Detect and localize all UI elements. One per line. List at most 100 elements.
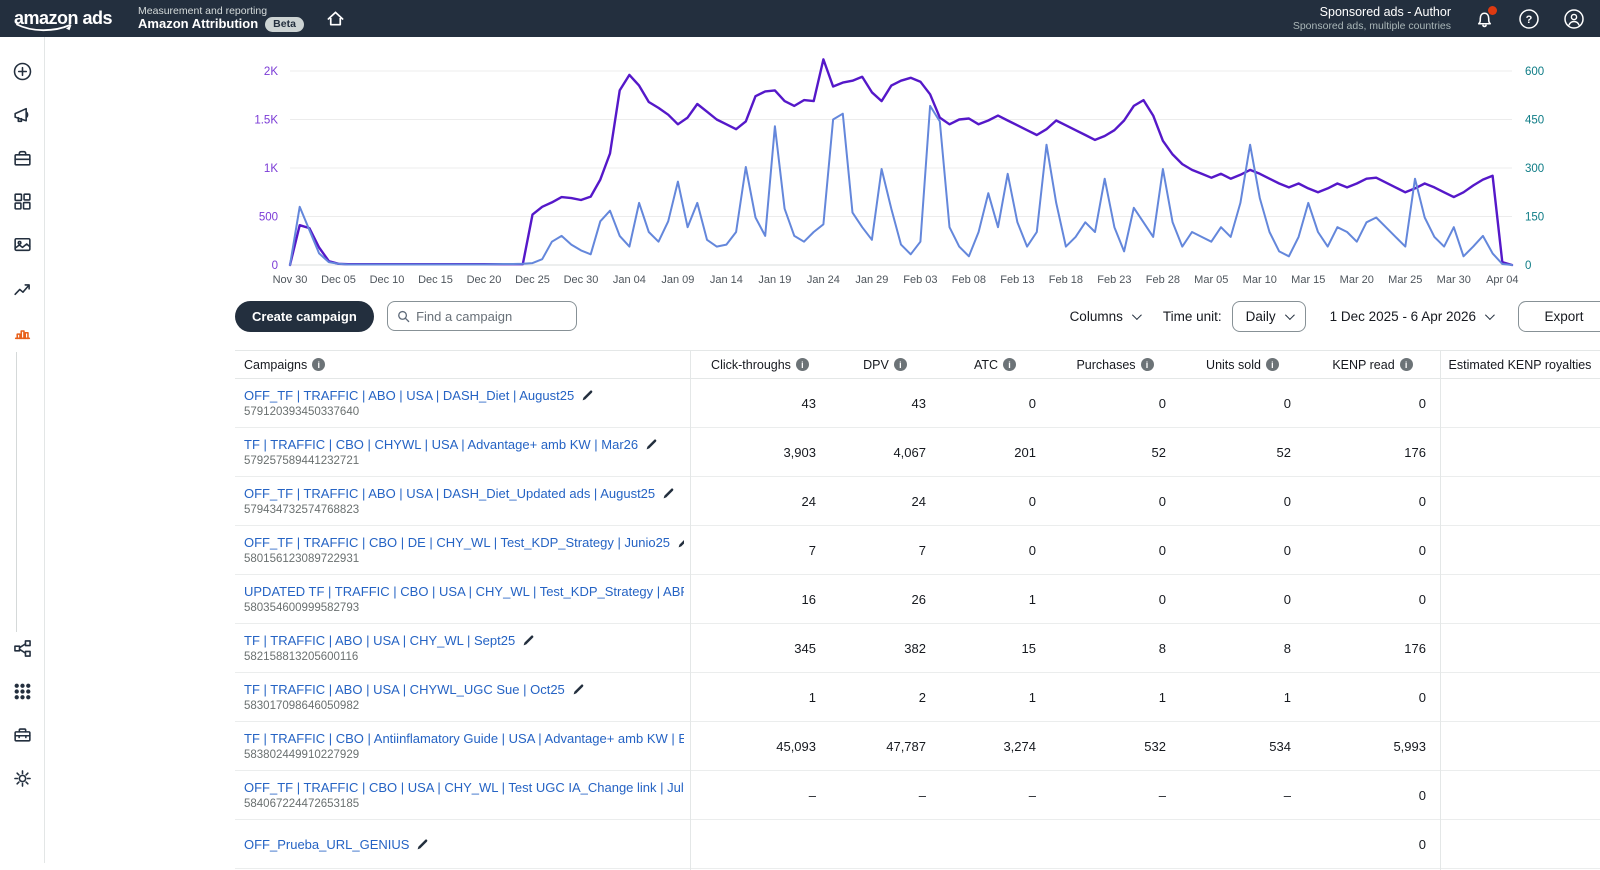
table-row: OFF_TF | TRAFFIC | ABO | USA | DASH_Diet… (235, 379, 1600, 428)
sidebar-item-create[interactable] (12, 61, 33, 82)
info-icon[interactable]: i (1140, 358, 1154, 371)
x-axis-tick: Jan 19 (758, 274, 791, 286)
edit-campaign-icon[interactable] (572, 683, 585, 696)
sidebar (0, 37, 45, 863)
campaign-link[interactable]: OFF_TF | TRAFFIC | ABO | USA | DASH_Diet… (244, 388, 574, 403)
sidebar-item-partner-network[interactable] (12, 638, 33, 659)
sidebar-item-apps[interactable] (12, 681, 33, 702)
sidebar-item-creative-assets[interactable] (12, 234, 33, 255)
x-axis-tick: Dec 05 (321, 274, 356, 286)
amazon-ads-logo[interactable]: amazon ads (14, 8, 113, 32)
metric-click-throughs: 345 (794, 640, 816, 656)
metric-dpv: 47,787 (886, 738, 926, 754)
campaign-id: 579120393450337640 (244, 406, 360, 418)
metric-atc: 0 (1028, 542, 1036, 558)
campaign-search[interactable] (386, 301, 577, 331)
sidebar-item-insights[interactable] (12, 278, 33, 299)
columns-dropdown[interactable]: Columns (1069, 308, 1142, 324)
campaign-link[interactable]: TF | TRAFFIC | ABO | USA | CHYWL_UGC Sue… (244, 682, 565, 697)
info-icon[interactable]: i (312, 358, 326, 371)
table-row: TF | TRAFFIC | ABO | USA | CHY_WL | Sept… (235, 624, 1600, 673)
edit-campaign-icon[interactable] (677, 536, 684, 549)
notifications-button[interactable] (1472, 5, 1497, 31)
left-axis-tick: 0 (272, 260, 278, 272)
columns-label: Columns (1069, 308, 1123, 324)
campaign-link[interactable]: OFF_Prueba_URL_GENIUS (244, 837, 409, 852)
left-axis-tick: 500 (259, 212, 278, 224)
x-axis-tick: Jan 24 (807, 274, 840, 286)
metric-atc: – (1028, 787, 1036, 803)
campaign-link[interactable]: OFF_TF | TRAFFIC | ABO | USA | DASH_Diet… (244, 486, 655, 501)
campaign-link[interactable]: TF | TRAFFIC | CBO | Antiinflamatory Gui… (244, 731, 684, 746)
edit-campaign-icon[interactable] (662, 487, 675, 500)
campaign-link[interactable]: TF | TRAFFIC | ABO | USA | CHY_WL | Sept… (244, 633, 515, 648)
megaphone-icon (14, 107, 29, 123)
date-range-value: 1 Dec 2025 - 6 Apr 2026 (1329, 308, 1476, 324)
create-campaign-button[interactable]: Create campaign (235, 300, 374, 332)
column-header-estimated-kenp-royalties[interactable]: Estimated KENP royalties (1440, 358, 1600, 372)
metric-kenp-read: 0 (1418, 591, 1426, 607)
series-purple (288, 58, 1514, 267)
campaign-cell: OFF_TF | TRAFFIC | ABO | USA | DASH_Diet… (235, 479, 690, 523)
info-icon[interactable]: i (893, 358, 907, 371)
chevron-down-icon (1131, 309, 1142, 320)
time-unit-value: Daily (1245, 308, 1276, 324)
table-row: UPDATED TF | TRAFFIC | CBO | USA | CHY_W… (235, 575, 1600, 624)
info-icon[interactable]: i (1265, 358, 1279, 371)
metric-dpv: 26 (911, 591, 926, 607)
pinned-column-divider (690, 351, 691, 870)
campaign-link[interactable]: OFF_TF | TRAFFIC | CBO | DE | CHY_WL | T… (244, 535, 670, 550)
profile-button[interactable] (1562, 7, 1586, 31)
sidebar-item-toolbox[interactable] (12, 724, 33, 745)
table-row: TF | TRAFFIC | CBO | Antiinflamatory Gui… (235, 722, 1600, 771)
campaign-link[interactable]: UPDATED TF | TRAFFIC | CBO | USA | CHY_W… (244, 584, 684, 599)
time-unit-dropdown[interactable]: Daily (1231, 300, 1306, 332)
image-icon (14, 237, 31, 252)
nav-titles: Measurement and reporting Amazon Attribu… (138, 5, 304, 33)
column-header-units-sold[interactable]: Units sold i (1180, 358, 1305, 372)
info-icon[interactable]: i (1003, 358, 1017, 371)
edit-campaign-icon[interactable] (581, 389, 594, 402)
campaign-id: 582158813205600116 (244, 651, 359, 663)
metric-kenp-read: 0 (1418, 542, 1426, 558)
column-header-atc[interactable]: ATC i (940, 358, 1050, 372)
date-range-dropdown[interactable]: 1 Dec 2025 - 6 Apr 2026 (1329, 308, 1495, 324)
sidebar-item-measurement[interactable] (12, 321, 33, 342)
metric-atc: 0 (1028, 493, 1036, 509)
metric-units-sold: – (1283, 787, 1291, 803)
edit-campaign-icon[interactable] (416, 838, 429, 851)
sidebar-item-campaigns[interactable] (12, 105, 33, 126)
svg-text:?: ? (1526, 14, 1533, 26)
export-button[interactable]: Export (1518, 300, 1600, 332)
campaign-link[interactable]: OFF_TF | TRAFFIC | CBO | USA | CHY_WL | … (244, 780, 684, 795)
metric-units-sold: 52 (1276, 444, 1291, 460)
help-button[interactable]: ? (1517, 7, 1541, 31)
home-button[interactable] (326, 9, 345, 28)
search-input[interactable] (416, 308, 567, 324)
sidebar-item-settings[interactable] (12, 768, 33, 789)
edit-campaign-icon[interactable] (645, 438, 658, 451)
column-header-click-throughs[interactable]: Click-throughs i (690, 358, 830, 372)
edit-campaign-icon[interactable] (522, 634, 535, 647)
column-header-kenp-read[interactable]: KENP read i (1305, 358, 1440, 372)
info-icon[interactable]: i (1399, 358, 1413, 371)
column-label: Units sold (1206, 357, 1261, 372)
column-header-purchases[interactable]: Purchases i (1050, 358, 1180, 372)
sidebar-item-drafts[interactable] (12, 148, 33, 169)
campaign-link[interactable]: TF | TRAFFIC | CBO | CHYWL | USA | Advan… (244, 437, 638, 452)
column-header-dpv[interactable]: DPV i (830, 358, 940, 372)
info-icon[interactable]: i (795, 358, 809, 371)
campaign-cell: TF | TRAFFIC | CBO | Antiinflamatory Gui… (235, 724, 690, 768)
sidebar-item-dashboard[interactable] (12, 191, 33, 212)
x-axis-tick: Jan 29 (855, 274, 888, 286)
metric-dpv: – (918, 787, 926, 803)
column-header-campaigns[interactable]: Campaigns i (235, 358, 690, 372)
metric-click-throughs: 43 (801, 395, 816, 411)
chevron-down-icon (1284, 309, 1295, 320)
x-axis-tick: Feb 03 (903, 274, 937, 286)
campaign-id: 580354600999582793 (244, 602, 360, 614)
column-label: Click-throughs (711, 357, 791, 372)
campaign-id: 580156123089722931 (244, 553, 360, 565)
account-switcher[interactable]: Sponsored ads - Author Sponsored ads, mu… (1293, 5, 1451, 33)
metric-kenp-read: 176 (1404, 640, 1426, 656)
